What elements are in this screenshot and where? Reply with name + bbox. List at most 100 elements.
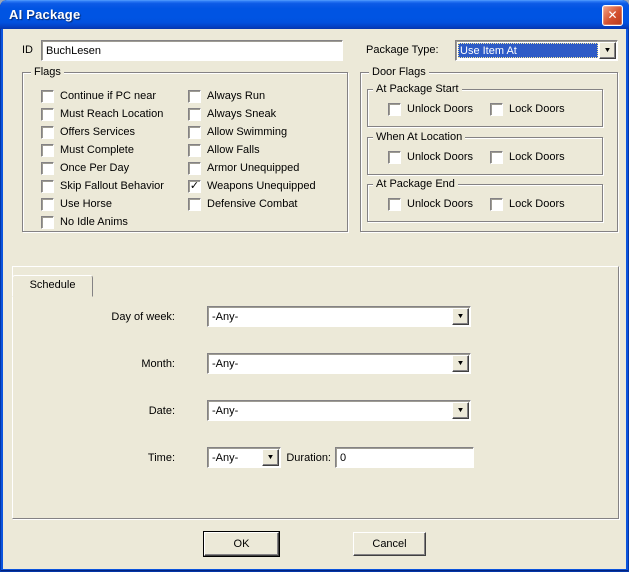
checkbox-end-unlock-doors[interactable]: Unlock Doors — [388, 195, 473, 213]
checkbox-label: Use Horse — [60, 198, 112, 210]
checkbox-label: Must Complete — [60, 144, 134, 156]
checkbox-location-lock-doors[interactable]: Lock Doors — [490, 148, 565, 166]
close-button[interactable]: ✕ — [602, 5, 623, 26]
checkbox-armor-unequipped[interactable]: Armor Unequipped — [188, 159, 316, 177]
checkbox-label: Allow Swimming — [207, 126, 287, 138]
at-package-start-group: At Package Start Unlock Doors Lock Doors — [367, 89, 603, 127]
package-type-value: Use Item At — [458, 43, 598, 58]
time-dropdown-button[interactable]: ▼ — [262, 449, 279, 466]
cancel-button[interactable]: Cancel — [353, 532, 426, 556]
checkbox-label: Weapons Unequipped — [207, 180, 316, 192]
checkbox-allow-swimming[interactable]: Allow Swimming — [188, 123, 316, 141]
checkbox-start-unlock-doors[interactable]: Unlock Doors — [388, 100, 473, 118]
checkbox-icon — [41, 198, 54, 211]
day-of-week-value: -Any- — [210, 309, 451, 324]
date-combo[interactable]: -Any- ▼ — [207, 400, 471, 421]
time-label: Time: — [49, 451, 175, 465]
checkbox-icon — [188, 144, 201, 157]
checkbox-label: Lock Doors — [509, 103, 565, 115]
checkbox-always-sneak[interactable]: Always Sneak — [188, 105, 316, 123]
day-of-week-combo[interactable]: -Any- ▼ — [207, 306, 471, 327]
flags-group: Flags Continue if PC near Must Reach Loc… — [22, 72, 348, 232]
checkbox-icon — [41, 162, 54, 175]
checkbox-start-lock-doors[interactable]: Lock Doors — [490, 100, 565, 118]
chevron-down-icon: ▼ — [599, 43, 616, 59]
dialog-body: ID Package Type: Use Item At ▼ Flags Con… — [3, 29, 626, 569]
checkbox-must-complete[interactable]: Must Complete — [41, 141, 164, 159]
cancel-button-label: Cancel — [372, 538, 406, 550]
month-combo[interactable]: -Any- ▼ — [207, 353, 471, 374]
checkbox-label: Allow Falls — [207, 144, 260, 156]
checkbox-continue-if-pc-near[interactable]: Continue if PC near — [41, 87, 164, 105]
at-package-end-group: At Package End Unlock Doors Lock Doors — [367, 184, 603, 222]
date-dropdown-button[interactable]: ▼ — [452, 402, 469, 419]
chevron-down-icon: ▼ — [262, 450, 279, 466]
checkbox-no-idle-anims[interactable]: No Idle Anims — [41, 213, 164, 231]
day-of-week-dropdown-button[interactable]: ▼ — [452, 308, 469, 325]
ok-button-label: OK — [234, 538, 250, 550]
time-combo[interactable]: -Any- ▼ — [207, 447, 281, 468]
day-of-week-label: Day of week: — [49, 310, 175, 324]
checkbox-icon — [490, 151, 503, 164]
checkbox-label: Lock Doors — [509, 198, 565, 210]
checkbox-label: Once Per Day — [60, 162, 129, 174]
checkbox-icon — [388, 151, 401, 164]
checkbox-once-per-day[interactable]: Once Per Day — [41, 159, 164, 177]
checkbox-label: Must Reach Location — [60, 108, 163, 120]
checkbox-label: Always Sneak — [207, 108, 276, 120]
checkbox-icon — [188, 90, 201, 103]
checkbox-icon — [388, 103, 401, 116]
schedule-tab-panel: Day of week: -Any- ▼ Month: -Any- ▼ Date… — [12, 266, 619, 519]
checkbox-defensive-combat[interactable]: Defensive Combat — [188, 195, 316, 213]
checkbox-label: Defensive Combat — [207, 198, 298, 210]
checkbox-label: Offers Services — [60, 126, 135, 138]
month-dropdown-button[interactable]: ▼ — [452, 355, 469, 372]
date-value: -Any- — [210, 403, 451, 418]
checkbox-icon — [490, 103, 503, 116]
ok-button[interactable]: OK — [204, 532, 279, 556]
checkbox-icon — [188, 198, 201, 211]
flags-group-title: Flags — [31, 65, 64, 79]
id-input[interactable] — [41, 40, 343, 61]
id-label: ID — [22, 43, 33, 57]
checkbox-use-horse[interactable]: Use Horse — [41, 195, 164, 213]
package-type-dropdown-button[interactable]: ▼ — [599, 42, 616, 59]
checkbox-always-run[interactable]: Always Run — [188, 87, 316, 105]
title-bar[interactable]: AI Package ✕ — [0, 0, 629, 29]
checkbox-label: Unlock Doors — [407, 151, 473, 163]
month-label: Month: — [49, 357, 175, 371]
checkbox-icon — [388, 198, 401, 211]
checkbox-skip-fallout-behavior[interactable]: Skip Fallout Behavior — [41, 177, 164, 195]
date-label: Date: — [49, 404, 175, 418]
chevron-down-icon: ▼ — [452, 356, 469, 372]
month-value: -Any- — [210, 356, 451, 371]
checkbox-icon — [490, 198, 503, 211]
checkbox-icon — [41, 216, 54, 229]
at-package-start-title: At Package Start — [373, 82, 462, 96]
duration-input[interactable] — [335, 447, 474, 468]
when-at-location-title: When At Location — [373, 130, 465, 144]
checkbox-offers-services[interactable]: Offers Services — [41, 123, 164, 141]
checkbox-icon — [41, 108, 54, 121]
at-package-end-title: At Package End — [373, 177, 458, 191]
package-type-combo[interactable]: Use Item At ▼ — [455, 40, 618, 61]
checkbox-label: Unlock Doors — [407, 198, 473, 210]
door-flags-group: Door Flags At Package Start Unlock Doors… — [360, 72, 618, 232]
checkbox-icon — [41, 90, 54, 103]
checkbox-allow-falls[interactable]: Allow Falls — [188, 141, 316, 159]
checkbox-label: Always Run — [207, 90, 265, 102]
tab-schedule[interactable]: Schedule — [12, 275, 93, 297]
chevron-down-icon: ▼ — [452, 309, 469, 325]
checkbox-icon — [188, 108, 201, 121]
chevron-down-icon: ▼ — [452, 403, 469, 419]
checkbox-must-reach-location[interactable]: Must Reach Location — [41, 105, 164, 123]
checkbox-label: Armor Unequipped — [207, 162, 299, 174]
ai-package-dialog: AI Package ✕ ID Package Type: Use Item A… — [0, 0, 629, 572]
package-type-label: Package Type: — [366, 43, 439, 57]
checkbox-weapons-unequipped[interactable]: ✓Weapons Unequipped — [188, 177, 316, 195]
flags-left-column: Continue if PC near Must Reach Location … — [41, 87, 164, 231]
checkbox-end-lock-doors[interactable]: Lock Doors — [490, 195, 565, 213]
checkbox-location-unlock-doors[interactable]: Unlock Doors — [388, 148, 473, 166]
when-at-location-group: When At Location Unlock Doors Lock Doors — [367, 137, 603, 175]
checkbox-label: Continue if PC near — [60, 90, 156, 102]
